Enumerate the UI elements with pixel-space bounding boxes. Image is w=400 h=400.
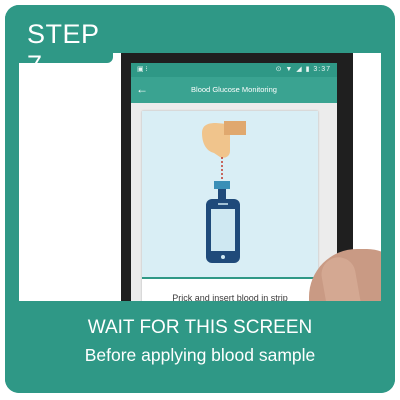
banner-title: WAIT FOR THIS SCREEN xyxy=(87,317,313,338)
app-bar: ← Blood Glucose Monitoring xyxy=(131,77,337,103)
status-bar-right: ⊙ ▼ ◢ ▮ 3:37 xyxy=(275,66,331,73)
step-card: ▣ ⁝ ⊙ ▼ ◢ ▮ 3:37 ← Blood Glucose Monitor… xyxy=(5,5,395,393)
phone-screen: ▣ ⁝ ⊙ ▼ ◢ ▮ 3:37 ← Blood Glucose Monitor… xyxy=(131,63,337,301)
phone-device-screen xyxy=(211,209,235,251)
phone-device-button xyxy=(221,255,225,259)
finger-prick-illustration xyxy=(202,121,246,263)
strip-connector xyxy=(218,189,226,199)
step-badge: STEP 7 xyxy=(5,5,113,80)
banner-subtitle: Before applying blood sample xyxy=(84,345,316,365)
app-title: Blood Glucose Monitoring xyxy=(191,85,277,94)
status-bar: ▣ ⁝ ⊙ ▼ ◢ ▮ 3:37 xyxy=(131,63,337,77)
glucose-strip-icon xyxy=(214,181,230,189)
caption-banner: WAIT FOR THIS SCREEN Before applying blo… xyxy=(5,301,395,393)
instruction-card: Prick and insert blood in strip xyxy=(142,111,318,301)
sleeve-shape xyxy=(224,121,246,135)
illustration xyxy=(142,111,318,279)
status-bar-left: ▣ ⁝ xyxy=(137,66,148,73)
instruction-text: Prick and insert blood in strip xyxy=(172,293,288,301)
step-label: STEP 7 xyxy=(27,19,100,80)
smartphone: ▣ ⁝ ⊙ ▼ ◢ ▮ 3:37 ← Blood Glucose Monitor… xyxy=(121,53,353,301)
phone-photo: ▣ ⁝ ⊙ ▼ ◢ ▮ 3:37 ← Blood Glucose Monitor… xyxy=(19,53,381,301)
